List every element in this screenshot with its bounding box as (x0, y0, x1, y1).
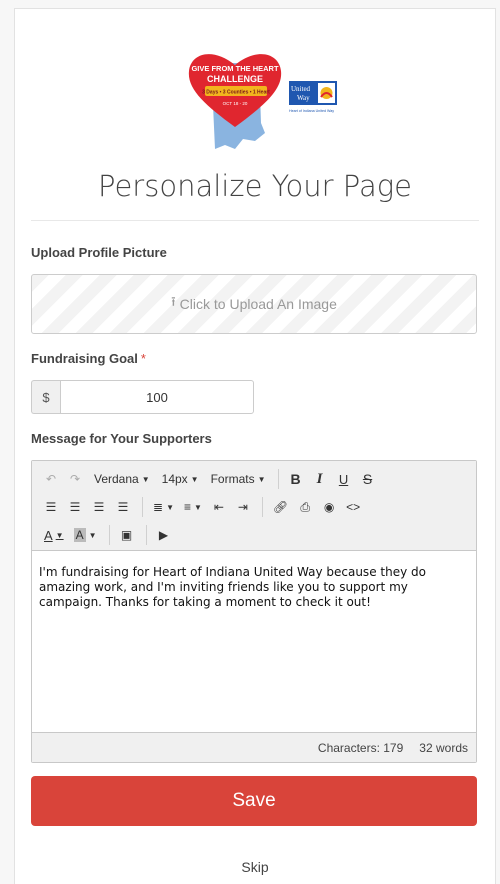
divider (31, 220, 479, 221)
font-size-select[interactable]: 14px ▼ (156, 467, 205, 491)
toolbar-separator (261, 497, 263, 517)
italic-button[interactable]: I (309, 467, 331, 491)
numbered-list-icon[interactable]: ≡ ▼ (180, 495, 206, 519)
logo-dates: OCT 18 - 20 (223, 101, 248, 106)
required-mark: * (140, 351, 146, 366)
toolbar-separator (277, 469, 279, 489)
font-family-select[interactable]: Verdana ▼ (88, 467, 156, 491)
align-justify-icon[interactable]: ☰ (112, 495, 134, 519)
background-color-icon[interactable]: A ▼ (70, 523, 101, 547)
insert-image-icon[interactable]: ▣ (116, 523, 138, 547)
chevron-down-icon: ▼ (257, 474, 266, 484)
goal-input[interactable] (60, 380, 254, 414)
indent-icon[interactable]: ⇥ (232, 495, 254, 519)
formats-value: Formats (210, 472, 255, 486)
upload-image-button[interactable]: ⭱ Click to Upload An Image (31, 274, 477, 334)
logo-banner-text: 3 Days • 3 Counties • 1 Heart (202, 90, 270, 96)
toolbar-separator (142, 497, 143, 517)
word-count: 32 words (419, 740, 468, 755)
logo-heart-line2: CHALLENGE (207, 74, 263, 84)
page-title: Personalize Your Page (98, 169, 412, 203)
preview-eye-icon[interactable]: ◉ (318, 495, 340, 519)
toolbar-row-2: ☰ ☰ ☰ ☰ ≣ ▼ ≡ ▼ ⇤ ⇥ 🔗︎ ⎙ ◉ <> (34, 493, 474, 521)
print-icon[interactable]: ⎙ (294, 495, 316, 519)
message-textarea[interactable]: I'm fundraising for Heart of Indiana Uni… (32, 551, 476, 732)
upload-label: Upload Profile Picture (31, 245, 167, 260)
outdent-icon[interactable]: ⇤ (208, 495, 230, 519)
formats-select[interactable]: Formats ▼ (205, 467, 272, 491)
currency-prefix: $ (31, 380, 60, 414)
font-family-value: Verdana (94, 472, 139, 486)
insert-media-icon[interactable]: ▶ (153, 523, 175, 547)
align-right-icon[interactable]: ☰ (88, 495, 110, 519)
source-code-icon[interactable]: <> (342, 495, 364, 519)
link-icon[interactable]: 🔗︎ (269, 495, 292, 519)
upload-button-text: Click to Upload An Image (179, 296, 337, 312)
chevron-down-icon: ▼ (190, 474, 199, 484)
underline-button[interactable]: U (333, 467, 355, 491)
goal-input-group: $ (31, 380, 254, 414)
toolbar-row-1: ↶ ↷ Verdana ▼ 14px ▼ Formats ▼ B I U S (34, 465, 474, 493)
undo-icon[interactable]: ↶ (40, 467, 62, 491)
logo-uw-sub: Heart of Indiana United Way (289, 109, 334, 113)
chevron-down-icon: ▼ (194, 502, 202, 512)
align-left-icon[interactable]: ☰ (40, 495, 62, 519)
chevron-down-icon: ▼ (55, 530, 64, 540)
campaign-logo: GIVE FROM THE HEART CHALLENGE 3 Days • 3… (188, 54, 337, 149)
chevron-down-icon: ▼ (166, 502, 174, 512)
message-editor: ↶ ↷ Verdana ▼ 14px ▼ Formats ▼ B I U S ☰ ☰ … (31, 460, 477, 763)
toolbar-separator (108, 525, 110, 545)
personalize-card: GIVE FROM THE HEART CHALLENGE 3 Days • 3… (14, 8, 496, 884)
skip-link[interactable]: Skip (15, 859, 495, 875)
bold-button[interactable]: B (285, 467, 307, 491)
logo-uw-name1: United (291, 85, 311, 93)
save-button[interactable]: Save (31, 776, 477, 826)
chevron-down-icon: ▼ (141, 474, 150, 484)
logo-uw-name2: Way (297, 94, 310, 102)
upload-icon: ⭱ (171, 294, 176, 309)
toolbar-separator (145, 525, 147, 545)
editor-toolbar: ↶ ↷ Verdana ▼ 14px ▼ Formats ▼ B I U S ☰ ☰ … (32, 461, 476, 551)
editor-statusbar: Characters: 179 32 words (32, 732, 476, 762)
goal-label: Fundraising Goal * (31, 351, 146, 366)
background-color-swatch: A (73, 528, 86, 542)
text-color-icon[interactable]: A ▼ (40, 523, 68, 547)
font-size-value: 14px (161, 472, 188, 486)
bullet-list-icon[interactable]: ≣ ▼ (149, 495, 178, 519)
redo-icon[interactable]: ↷ (64, 467, 86, 491)
align-center-icon[interactable]: ☰ (64, 495, 86, 519)
goal-label-text: Fundraising Goal (31, 351, 138, 366)
strikethrough-button[interactable]: S (357, 467, 379, 491)
character-count: Characters: 179 (317, 740, 404, 755)
toolbar-row-3: A ▼ A ▼ ▣ ▶ (34, 521, 474, 549)
chevron-down-icon: ▼ (88, 530, 97, 540)
logo-heart-line1: GIVE FROM THE HEART (191, 64, 279, 73)
message-label: Message for Your Supporters (31, 431, 212, 446)
